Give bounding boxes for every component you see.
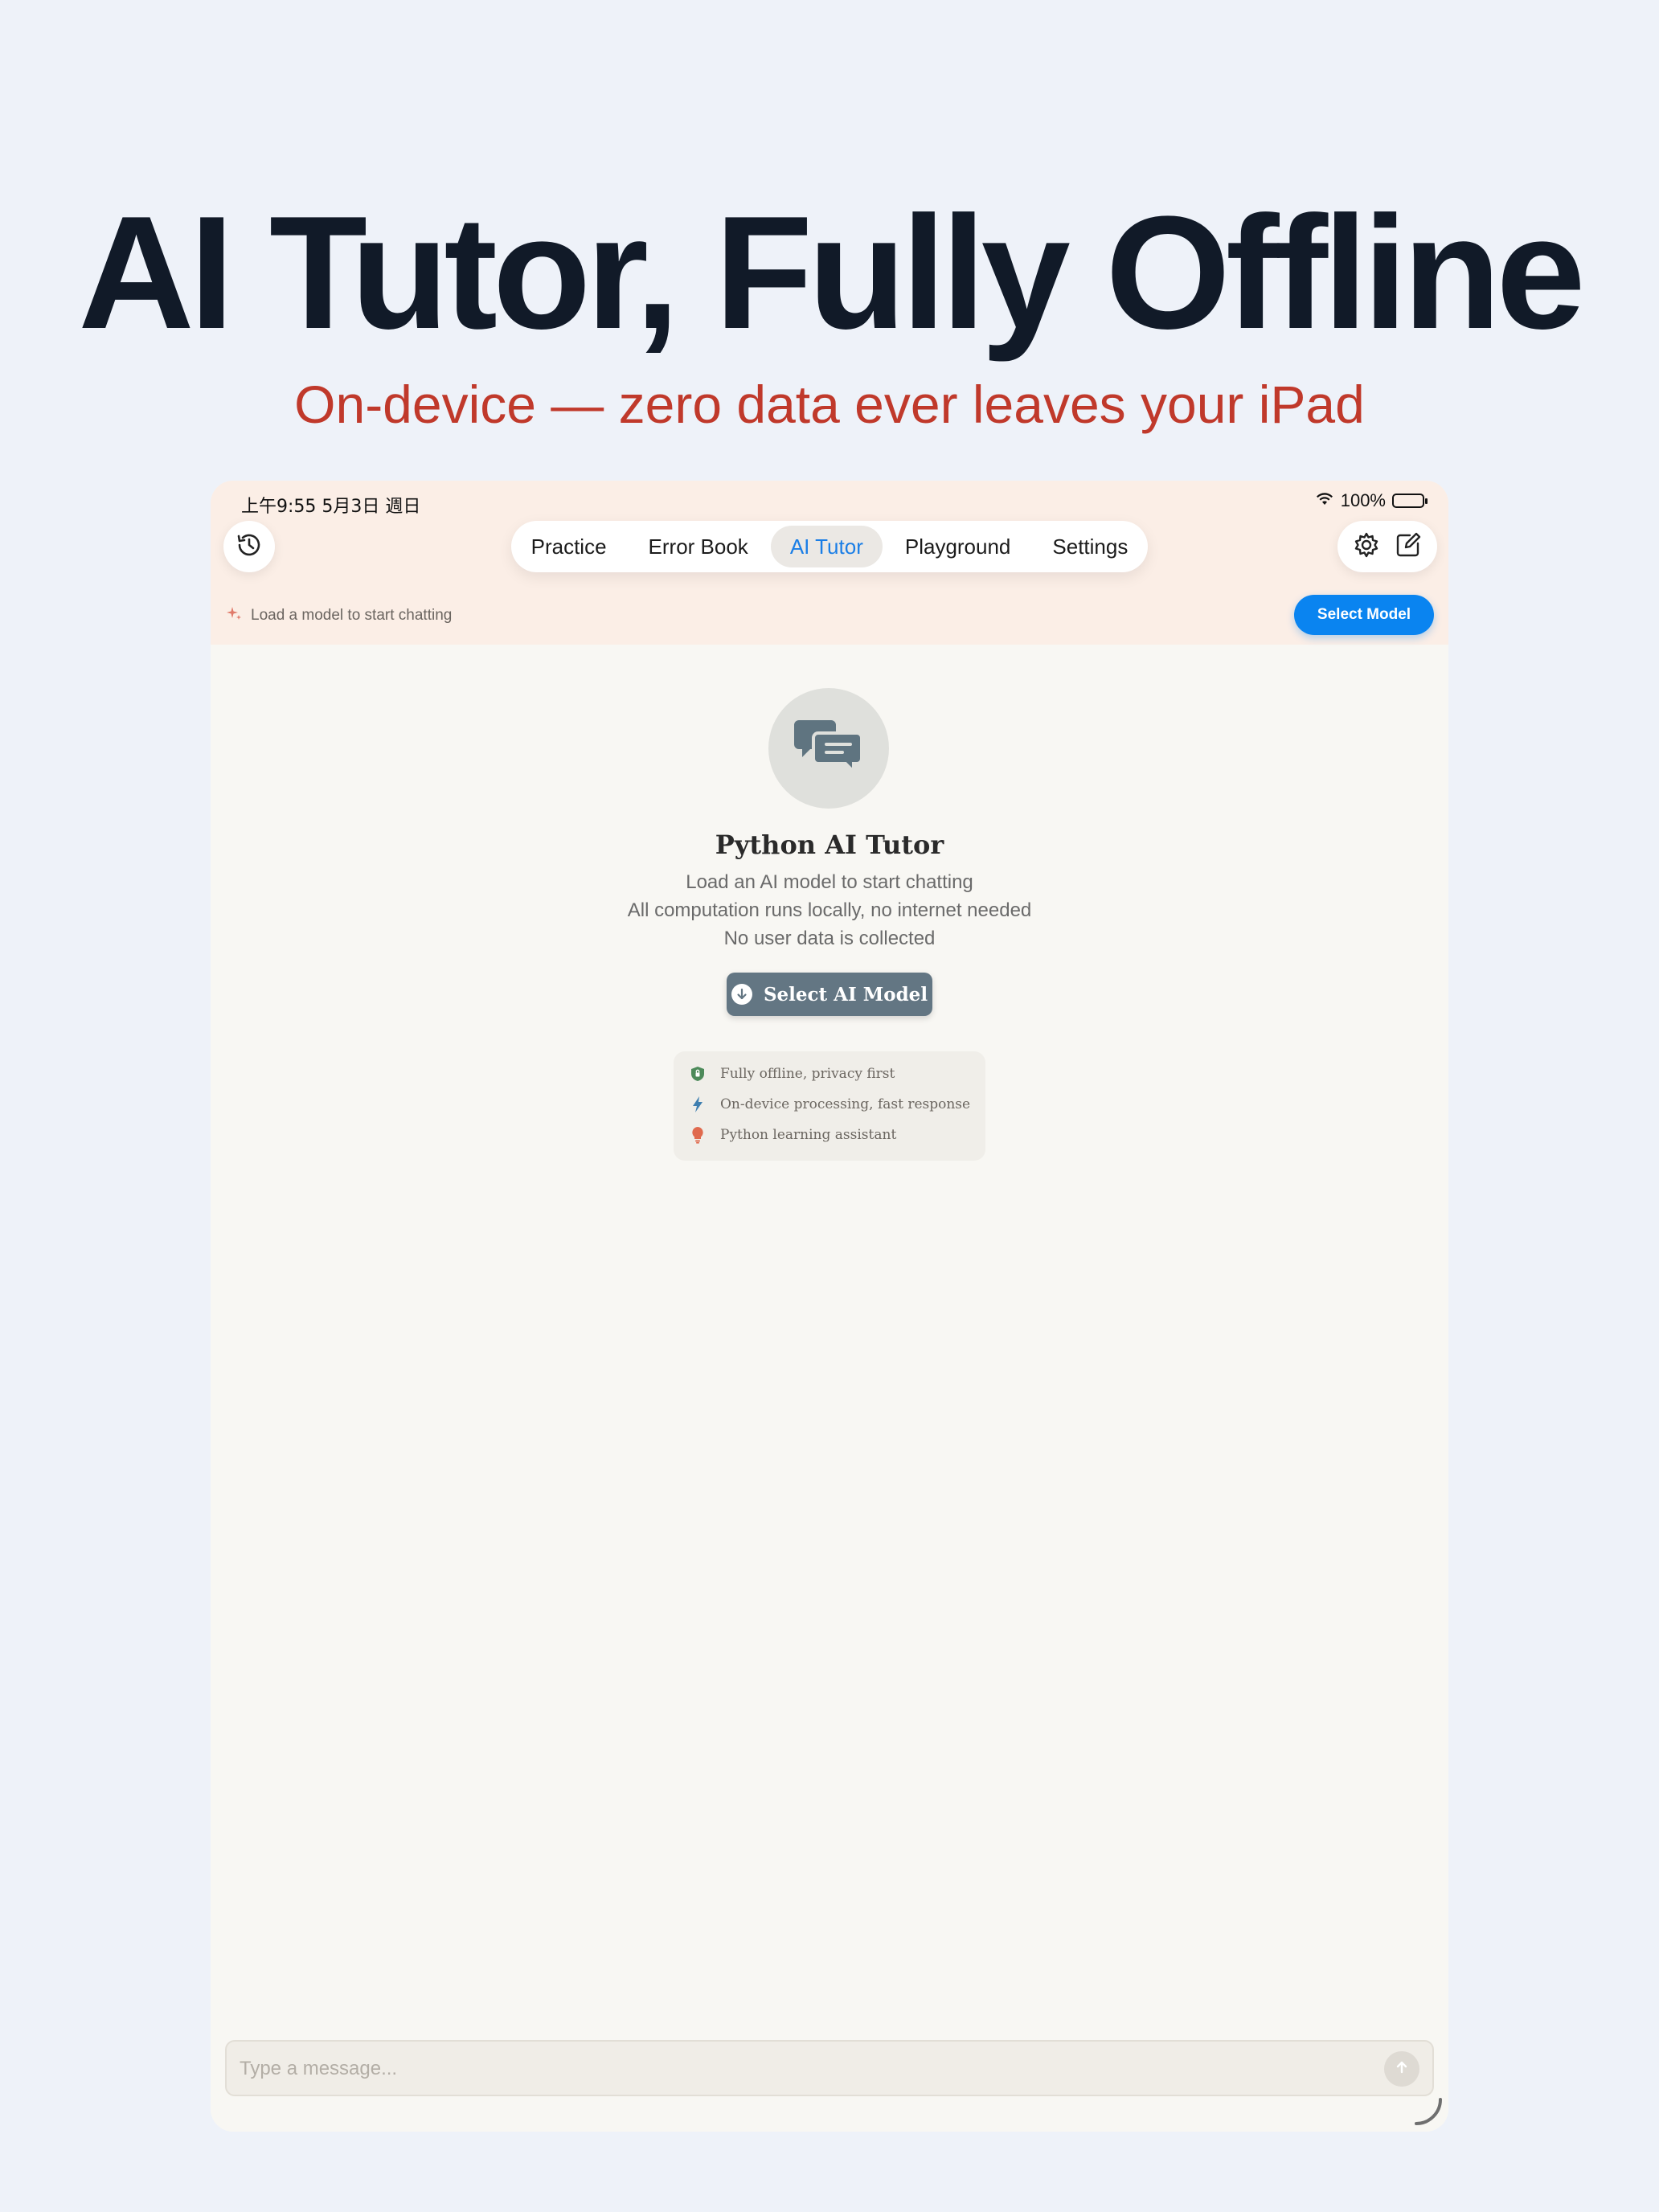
empty-state-line-1: Load an AI model to start chatting	[686, 871, 973, 893]
gear-icon[interactable]	[1352, 530, 1381, 563]
battery-icon	[1392, 494, 1428, 508]
history-button[interactable]	[223, 521, 275, 572]
hero-headline: AI Tutor, Fully Offline	[78, 183, 1585, 363]
tab-settings[interactable]: Settings	[1033, 526, 1147, 567]
history-icon	[234, 530, 264, 564]
empty-state-line-3: No user data is collected	[723, 928, 936, 949]
hero-subheadline: On-device — zero data ever leaves your i…	[294, 375, 1365, 434]
wifi-icon	[1315, 490, 1334, 511]
select-model-button[interactable]: Select Model	[1294, 595, 1434, 635]
select-ai-model-button[interactable]: Select AI Model	[727, 973, 932, 1016]
empty-state-title: Python AI Tutor	[715, 830, 944, 860]
feature-list: Fully offline, privacy first On-device p…	[674, 1051, 985, 1161]
model-status-hint: Load a model to start chatting	[225, 604, 452, 627]
feature-text: Fully offline, privacy first	[720, 1066, 895, 1082]
tab-playground[interactable]: Playground	[886, 526, 1030, 567]
download-icon	[731, 984, 752, 1005]
feature-item: Python learning assistant	[688, 1124, 971, 1146]
status-time: 上午9:55 5月3日 週日	[241, 497, 421, 517]
lightbulb-icon	[688, 1126, 707, 1144]
arrow-up-icon	[1394, 2059, 1410, 2079]
chat-bubbles-icon	[793, 717, 865, 780]
resize-handle-icon	[1411, 2095, 1444, 2127]
chat-avatar	[768, 688, 889, 809]
tab-ai-tutor[interactable]: AI Tutor	[770, 526, 883, 567]
status-indicators: 100%	[1315, 490, 1428, 511]
feature-item: On-device processing, fast response	[688, 1093, 971, 1116]
select-ai-model-label: Select AI Model	[763, 983, 928, 1006]
main-tab-bar: Practice Error Book AI Tutor Playground …	[511, 521, 1148, 572]
message-input[interactable]	[240, 2053, 1365, 2085]
compose-icon[interactable]	[1394, 530, 1423, 563]
model-hint-text: Load a model to start chatting	[251, 607, 453, 624]
message-input-box	[225, 2040, 1434, 2096]
top-bar: 上午9:55 5月3日 週日 100% Practice Error Book …	[211, 481, 1448, 645]
sparkle-icon	[225, 604, 243, 627]
empty-state-line-2: All computation runs locally, no interne…	[627, 899, 1032, 921]
top-right-actions	[1337, 521, 1437, 572]
shield-icon	[688, 1066, 707, 1082]
feature-text: Python learning assistant	[720, 1127, 897, 1143]
message-composer	[211, 2032, 1448, 2132]
battery-percent: 100%	[1340, 490, 1386, 510]
send-button[interactable]	[1384, 2051, 1419, 2087]
ipad-app-window: 上午9:55 5月3日 週日 100% Practice Error Book …	[211, 481, 1448, 2132]
tab-error-book[interactable]: Error Book	[629, 526, 768, 567]
feature-item: Fully offline, privacy first	[688, 1063, 971, 1085]
tab-practice[interactable]: Practice	[512, 526, 626, 567]
lightning-icon	[688, 1096, 707, 1113]
feature-text: On-device processing, fast response	[720, 1096, 971, 1112]
